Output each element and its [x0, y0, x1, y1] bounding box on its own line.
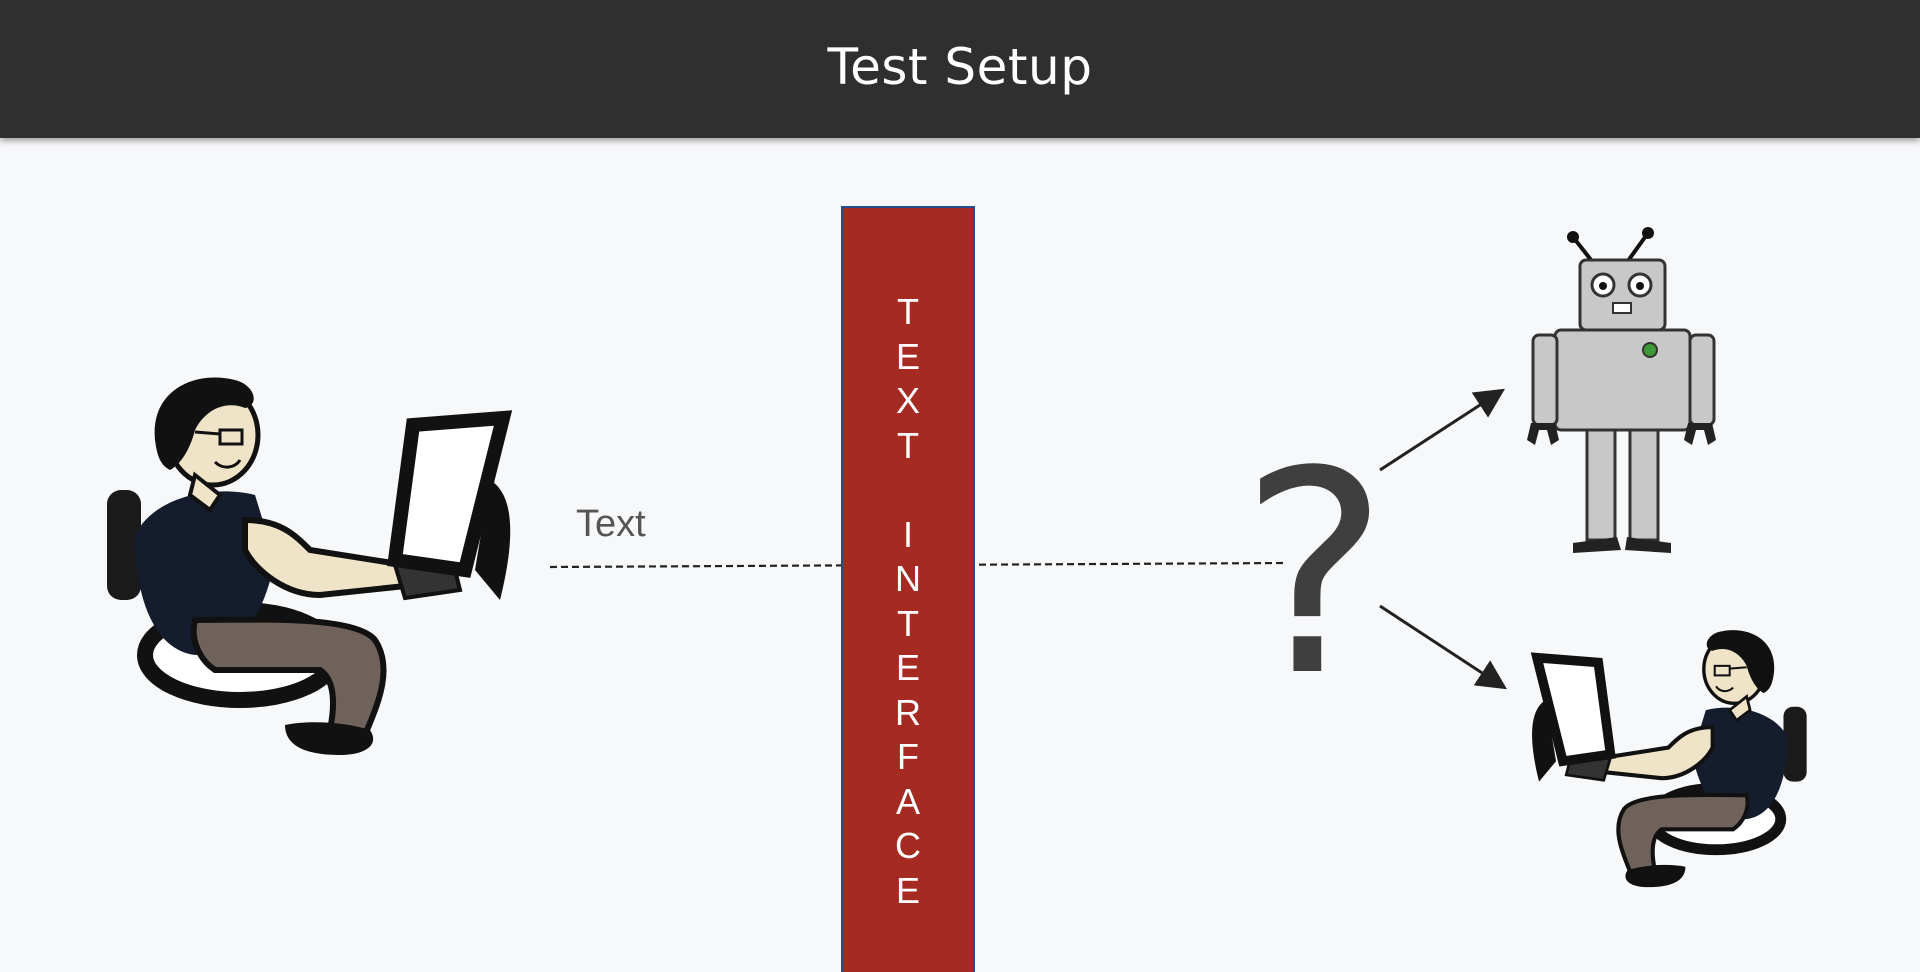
robot-icon [1527, 227, 1716, 553]
person-at-computer-icon [1530, 630, 1807, 888]
person-at-computer-icon [107, 377, 513, 755]
slide: Test Setup T E X T I N T E R F A C E Tex… [0, 0, 1920, 972]
